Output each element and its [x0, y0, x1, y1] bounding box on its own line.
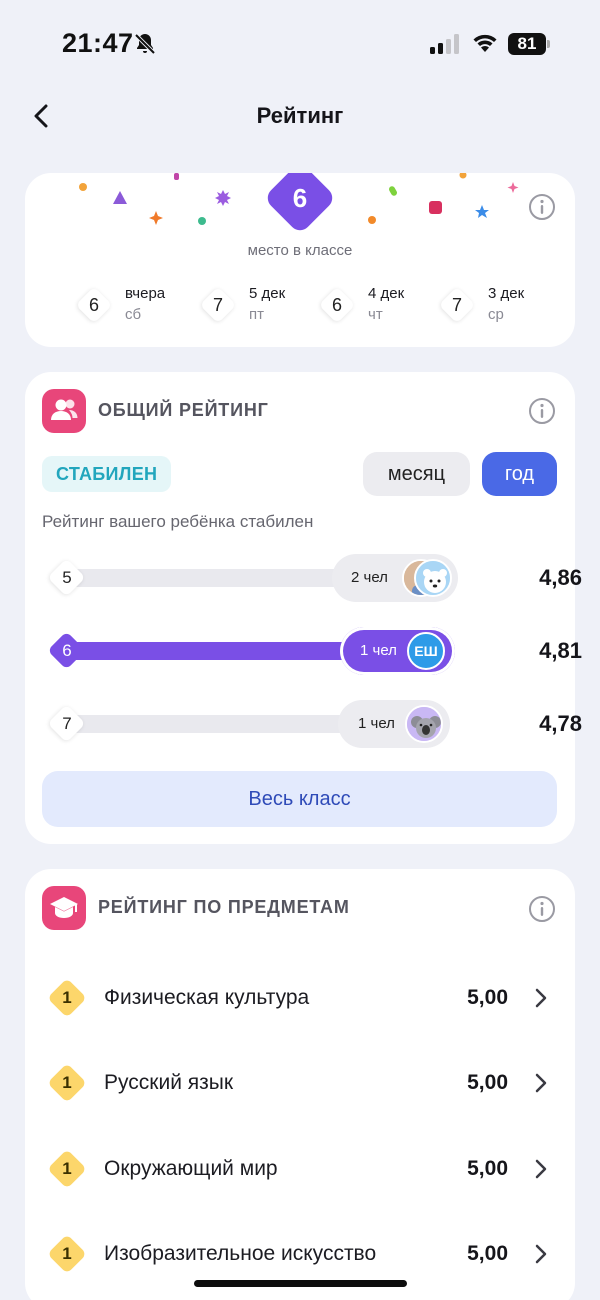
- class-place-card: 6 место в классе 6 вчера сб 7 5 дек пт 6…: [25, 173, 575, 347]
- history-item: 7 3 дек ср: [438, 283, 558, 327]
- graduation-cap-icon: [42, 886, 86, 930]
- history-item: 7 5 дек пт: [199, 283, 319, 327]
- history-weekday: сб: [125, 306, 142, 323]
- subject-place: 1: [62, 1073, 72, 1092]
- subject-place: 1: [62, 1159, 72, 1178]
- whole-class-button[interactable]: Весь класс: [42, 771, 557, 827]
- info-icon[interactable]: [528, 895, 556, 923]
- people-icon: [42, 389, 86, 433]
- rank-score: 4,86: [539, 565, 582, 590]
- back-chevron-icon[interactable]: [28, 100, 56, 132]
- page-title: Рейтинг: [256, 103, 344, 128]
- status-time: 21:47: [62, 28, 134, 58]
- info-icon[interactable]: [528, 193, 556, 221]
- class-place-badge: 6: [263, 173, 337, 235]
- subject-row[interactable]: 1 Русский язык 5,00: [42, 1053, 562, 1113]
- general-rating-card: ОБЩИЙ РЕЙТИНГ СТАБИЛЕН месяц год Рейтинг…: [25, 372, 582, 844]
- info-icon[interactable]: [528, 397, 556, 425]
- history-place: 6: [331, 295, 342, 315]
- subject-row[interactable]: 1 Физическая культура 5,00: [42, 968, 562, 1028]
- battery-indicator: 81: [508, 33, 550, 55]
- history-date: вчера: [125, 285, 166, 302]
- subject-score: 5,00: [467, 1242, 508, 1265]
- subject-place: 1: [62, 1244, 72, 1263]
- wifi-icon: [473, 34, 497, 52]
- history-item: 6 вчера сб: [75, 283, 195, 327]
- chevron-right-icon: [535, 988, 547, 1008]
- rank-row[interactable]: 5 2 чел 4,86: [42, 552, 582, 604]
- trend-status-badge: СТАБИЛЕН: [42, 456, 172, 492]
- class-place-value: 6: [292, 183, 308, 213]
- subject-row[interactable]: 1 Изобразительное искусство 5,00: [42, 1224, 562, 1284]
- general-rating-title: ОБЩИЙ РЕЙТИНГ: [98, 400, 269, 420]
- subject-name: Окружающий мир: [104, 1157, 278, 1180]
- period-month-button[interactable]: месяц: [363, 452, 470, 496]
- trend-description: Рейтинг вашего ребёнка стабилен: [42, 512, 314, 531]
- subject-name: Физическая культура: [104, 986, 310, 1009]
- period-year-button[interactable]: год: [482, 452, 557, 496]
- subject-place: 1: [62, 988, 72, 1007]
- avatar: [414, 559, 452, 597]
- subject-row[interactable]: 1 Окружающий мир 5,00: [42, 1139, 562, 1199]
- status-bar: 21:47 81: [0, 0, 600, 90]
- class-place-caption: место в классе: [247, 242, 353, 259]
- avatar: ЕШ: [407, 632, 445, 670]
- place-history: 6 вчера сб 7 5 дек пт 6 4 дек чт 7 3 дек…: [75, 283, 555, 327]
- history-date: 5 дек: [249, 285, 286, 302]
- rank-row[interactable]: 7 1 чел 4,78: [42, 698, 582, 750]
- chevron-right-icon: [535, 1159, 547, 1179]
- history-place: 6: [88, 295, 99, 315]
- rank-place: 5: [62, 568, 72, 587]
- rank-score: 4,81: [539, 638, 582, 663]
- subject-score: 5,00: [467, 1157, 508, 1180]
- rank-people-count: 2 чел: [351, 569, 388, 586]
- home-indicator[interactable]: [194, 1280, 407, 1287]
- subjects-rating-title: РЕЙТИНГ ПО ПРЕДМЕТАМ: [98, 897, 350, 917]
- history-place: 7: [212, 295, 223, 315]
- subject-score: 5,00: [467, 986, 508, 1009]
- rank-people-count: 1 чел: [358, 715, 395, 732]
- history-item: 6 4 дек чт: [318, 283, 438, 327]
- bell-muted-icon: [134, 33, 156, 55]
- history-weekday: чт: [368, 306, 383, 323]
- rank-place: 7: [62, 714, 72, 733]
- history-date: 4 дек: [368, 285, 405, 302]
- history-weekday: ср: [488, 306, 504, 323]
- rank-place: 6: [62, 641, 72, 660]
- subjects-rating-card: РЕЙТИНГ ПО ПРЕДМЕТАМ 1 Физическая культу…: [25, 869, 575, 1300]
- chevron-right-icon: [535, 1073, 547, 1093]
- subject-score: 5,00: [467, 1071, 508, 1094]
- rank-people-pill: 1 чел: [338, 700, 450, 748]
- rank-row-current[interactable]: 6 1 чел ЕШ 4,81: [42, 625, 582, 677]
- subject-name: Изобразительное искусство: [104, 1242, 377, 1265]
- rank-score: 4,78: [539, 711, 582, 736]
- rank-people-pill: 1 чел ЕШ: [340, 627, 455, 675]
- history-date: 3 дек: [488, 285, 525, 302]
- rank-people-count: 1 чел: [360, 642, 397, 659]
- battery-level: 81: [508, 33, 546, 55]
- rank-people-pill: 2 чел: [332, 554, 458, 602]
- avatar: [405, 705, 443, 743]
- subject-name: Русский язык: [104, 1071, 234, 1094]
- avatar-initials: ЕШ: [414, 643, 438, 659]
- history-place: 7: [451, 295, 462, 315]
- history-weekday: пт: [249, 306, 264, 323]
- chevron-right-icon: [535, 1244, 547, 1264]
- cellular-signal-icon: [430, 34, 459, 54]
